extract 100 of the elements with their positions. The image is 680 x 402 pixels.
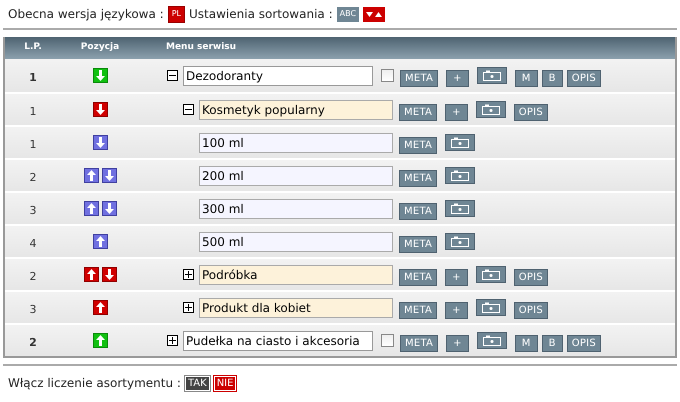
camera-button[interactable] [476,266,506,282]
action-button[interactable]: META [399,236,438,253]
name-field[interactable]: Kosmetyk popularny [199,100,393,120]
up-arrow-icon [86,170,96,181]
collapse-icon[interactable] [183,104,194,115]
action-button[interactable]: OPIS [566,70,601,87]
action-button[interactable]: META [399,137,438,154]
camera-button[interactable] [476,100,506,118]
down-arrow-icon [96,104,104,115]
toggle-option[interactable]: TAK [184,376,210,390]
name-field[interactable]: Dezodoranty [183,66,373,86]
action-button[interactable]: + [445,104,468,121]
camera-button[interactable] [476,66,507,84]
counting-label: Włącz liczenie asortymentu : [8,375,181,392]
camera-button[interactable] [445,134,476,150]
alphabetical-sort-button[interactable]: ABC [336,6,360,22]
up-arrow-icon [96,335,104,346]
column-header: Pozycja [80,41,120,54]
action-button[interactable]: + [445,302,468,319]
expand-icon[interactable] [167,335,178,346]
camera-button[interactable] [445,200,476,216]
expand-icon[interactable] [183,302,194,313]
language-flag-button[interactable]: PL [168,6,185,22]
action-button[interactable]: META [399,104,438,121]
camera-icon [482,334,501,346]
move-up-button[interactable] [84,168,98,183]
down-arrow-icon [104,203,114,214]
action-button[interactable]: M [514,70,538,87]
name-field[interactable]: 300 ml [199,198,393,218]
camera-icon [482,268,500,280]
up-arrow-icon [86,203,96,214]
position-number: 1 [29,70,37,84]
position-number: 2 [30,170,36,184]
expand-icon[interactable] [183,269,194,280]
move-down-button[interactable] [92,102,108,117]
up-arrow-icon [86,269,96,280]
name-field[interactable]: Podróbka [199,264,393,284]
action-button[interactable]: B [542,70,563,87]
camera-icon [451,136,470,148]
up-arrow-icon [96,302,104,313]
move-down-button[interactable] [102,201,116,216]
name-field[interactable]: Pudełka na ciasto i akcesoria [183,330,373,350]
action-button[interactable]: OPIS [514,104,548,121]
down-arrow-icon [96,70,104,81]
name-field[interactable]: 200 ml [199,166,393,186]
name-field[interactable]: Produkt dla kobiet [199,298,393,318]
action-button[interactable]: + [446,335,469,352]
position-number: 4 [30,236,36,250]
position-number: 3 [30,302,36,316]
checkbox[interactable] [381,334,394,347]
action-button[interactable]: META [399,302,438,319]
up-arrow-icon [96,236,104,247]
move-up-button[interactable] [84,201,98,216]
move-up-button[interactable] [92,300,108,315]
camera-icon [451,236,470,246]
action-button[interactable]: OPIS [514,302,548,319]
move-up-button[interactable] [84,267,98,282]
manual-sort-button[interactable] [363,6,386,22]
name-field[interactable]: 100 ml [199,132,393,152]
position-number: 2 [30,270,36,282]
camera-icon [482,70,501,80]
camera-button[interactable] [445,232,476,250]
position-number: 1 [30,104,36,118]
action-button[interactable]: M [514,335,538,352]
position-number: 2 [29,336,37,348]
action-button[interactable]: + [446,70,469,87]
camera-icon [482,104,500,114]
move-up-button[interactable] [92,234,108,249]
camera-icon [482,302,500,312]
move-down-button[interactable] [92,135,108,150]
action-button[interactable]: META [400,70,438,87]
action-button[interactable]: OPIS [566,335,601,352]
collapse-icon[interactable] [167,70,178,81]
move-down-button[interactable] [102,168,116,183]
position-number: 3 [30,204,36,216]
camera-button[interactable] [445,166,476,184]
language-label: Obecna wersja językowa : [8,6,164,23]
down-arrow-icon [104,170,114,181]
camera-icon [451,202,470,214]
move-down-button[interactable] [92,68,108,83]
action-button[interactable]: META [399,170,438,187]
position-number: 1 [30,138,36,150]
camera-icon [451,170,470,180]
sorting-label: Ustawienia sortowania : [189,6,333,23]
camera-button[interactable] [476,298,506,316]
column-header: Menu serwisu [166,41,236,54]
action-button[interactable]: META [399,269,438,286]
action-button[interactable]: B [542,335,563,352]
down-arrow-icon [104,269,114,280]
action-button[interactable]: META [400,335,438,352]
sort-arrows-icon [366,10,382,18]
action-button[interactable]: META [399,203,438,220]
camera-button[interactable] [476,332,507,348]
action-button[interactable]: + [445,269,468,286]
toggle-option[interactable]: NIE [214,376,236,390]
move-down-button[interactable] [102,267,116,282]
name-field[interactable]: 500 ml [199,232,393,252]
move-up-button[interactable] [92,333,108,348]
action-button[interactable]: OPIS [514,269,548,286]
checkbox[interactable] [381,69,394,82]
